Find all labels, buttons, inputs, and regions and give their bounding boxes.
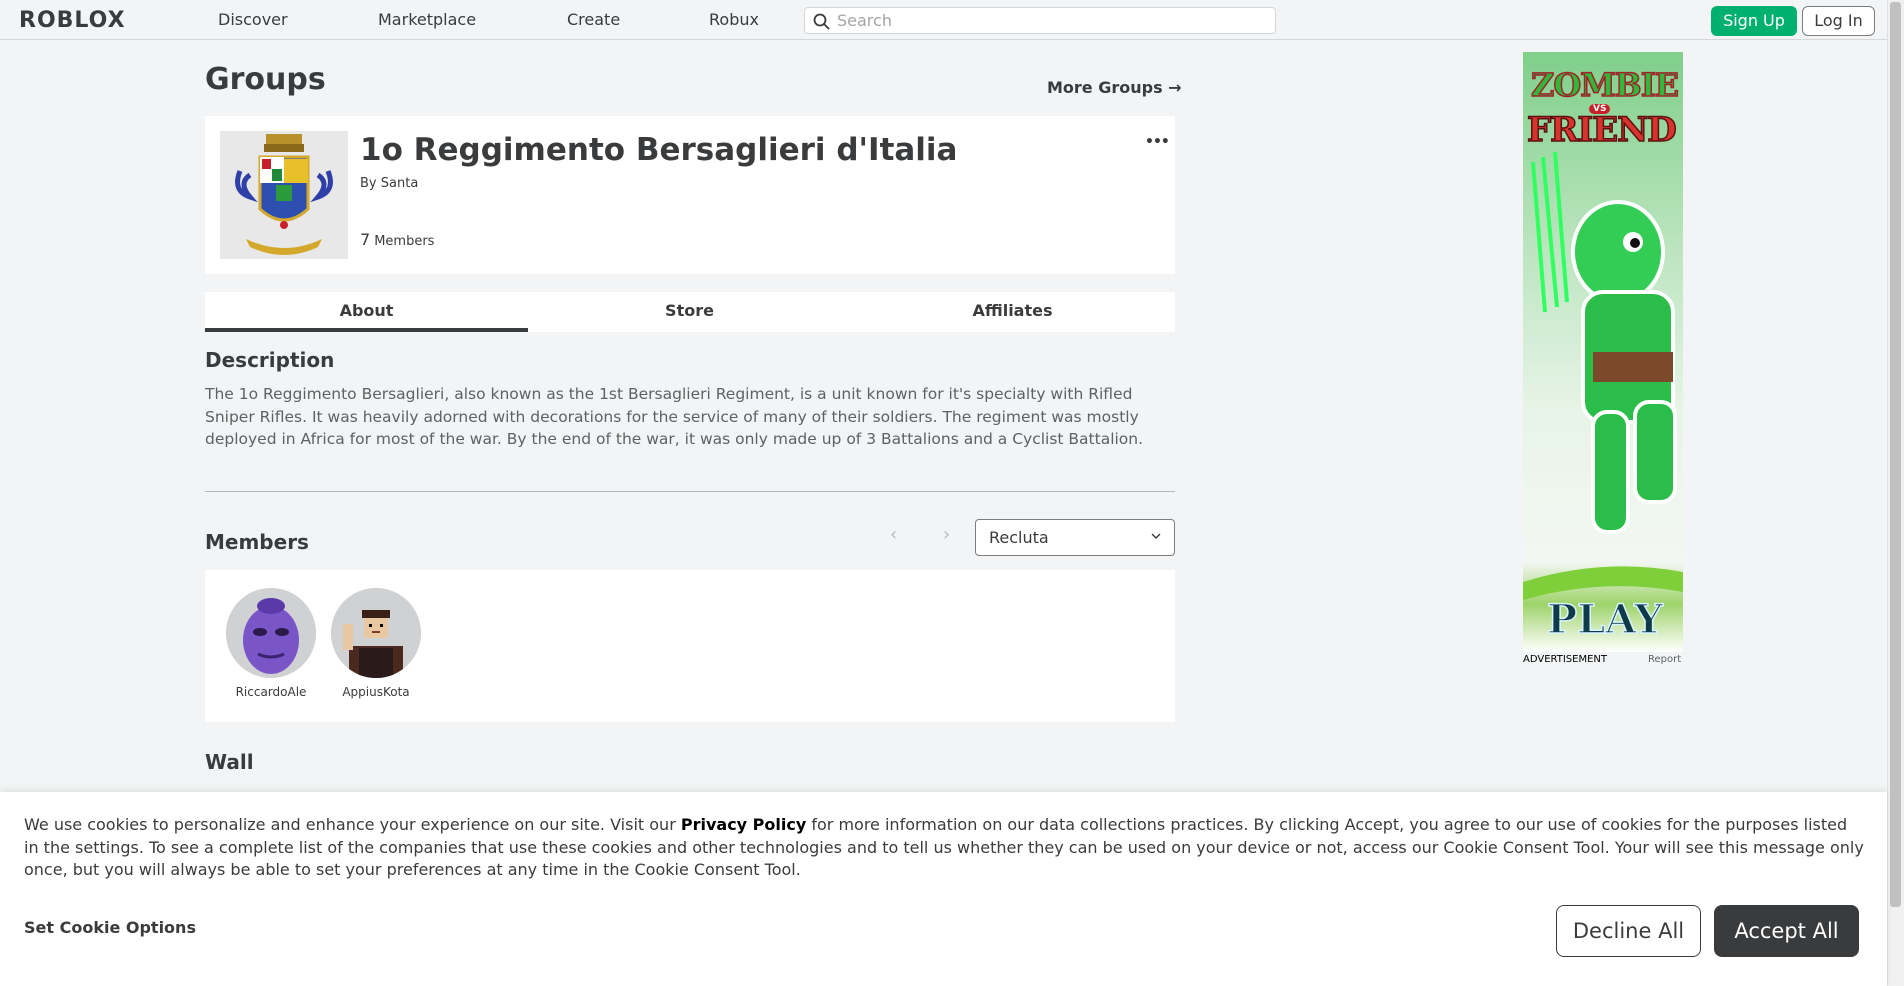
nav-link-marketplace[interactable]: Marketplace <box>378 10 476 29</box>
page-title: Groups <box>205 62 326 97</box>
avatar[interactable] <box>226 588 316 678</box>
set-cookie-options-link[interactable]: Set Cookie Options <box>24 918 196 937</box>
roblox-logo[interactable]: ROBLOX <box>19 8 126 33</box>
nav-link-discover[interactable]: Discover <box>218 10 288 29</box>
members-list: RiccardoAle AppiusKota <box>205 570 1175 722</box>
group-tabs: About Store Affiliates <box>205 292 1175 332</box>
member-count: 7 Members <box>360 230 434 249</box>
role-dropdown[interactable]: Recluta <box>975 519 1175 556</box>
advertisement-banner[interactable]: ZOMBIE VS FRIEND PLAY <box>1523 52 1683 652</box>
group-emblem <box>220 131 348 259</box>
owner-link[interactable]: Santa <box>381 176 419 191</box>
wall-title: Wall <box>205 750 254 774</box>
divider <box>205 491 1175 492</box>
cookie-consent-banner: We use cookies to personalize and enhanc… <box>0 792 1887 986</box>
member-name[interactable]: RiccardoAle <box>221 685 321 699</box>
search-icon <box>813 13 830 30</box>
privacy-policy-link[interactable]: Privacy Policy <box>681 815 806 834</box>
search-input[interactable] <box>837 10 1267 31</box>
search-box[interactable] <box>804 7 1276 34</box>
pager-next-icon[interactable]: › <box>943 524 950 545</box>
nav-link-create[interactable]: Create <box>567 10 620 29</box>
avatar-image <box>226 588 316 678</box>
owner-prefix: By <box>360 176 377 191</box>
member-name[interactable]: AppiusKota <box>326 685 426 699</box>
log-in-button[interactable]: Log In <box>1802 6 1875 36</box>
member-count-value: 7 <box>360 230 371 249</box>
ad-report-link[interactable]: Report <box>1648 654 1681 665</box>
decline-all-button[interactable]: Decline All <box>1556 905 1701 957</box>
chevron-down-icon <box>1151 533 1161 539</box>
tab-store[interactable]: Store <box>528 292 851 332</box>
member-card[interactable]: RiccardoAle <box>221 588 321 699</box>
group-header-card: 1o Reggimento Bersaglieri d'Italia By Sa… <box>205 116 1175 274</box>
top-navigation-bar: ROBLOX Discover Marketplace Create Robux… <box>0 0 1887 40</box>
advertisement-label: ADVERTISEMENT <box>1523 654 1608 665</box>
nav-link-robux[interactable]: Robux <box>709 10 759 29</box>
more-options-icon[interactable]: ••• <box>1145 134 1170 150</box>
cookie-message: We use cookies to personalize and enhanc… <box>24 814 1864 882</box>
coat-of-arms-icon <box>220 131 348 259</box>
group-name: 1o Reggimento Bersaglieri d'Italia <box>360 132 958 168</box>
description-text: The 1o Reggimento Bersaglieri, also know… <box>205 385 1144 448</box>
member-card[interactable]: AppiusKota <box>326 588 426 699</box>
group-owner: By Santa <box>360 176 418 191</box>
accept-all-button[interactable]: Accept All <box>1714 905 1859 957</box>
cookie-text-before: We use cookies to personalize and enhanc… <box>24 815 681 834</box>
pager-prev-icon[interactable]: ‹ <box>890 524 897 545</box>
tab-about[interactable]: About <box>205 292 528 332</box>
scrollbar-thumb[interactable] <box>1890 2 1901 907</box>
ad-play-label: PLAY <box>1546 595 1663 644</box>
members-title: Members <box>205 530 309 554</box>
role-dropdown-value: Recluta <box>989 528 1049 547</box>
description-title: Description <box>205 348 335 372</box>
sign-up-button[interactable]: Sign Up <box>1711 6 1797 36</box>
member-count-label: Members <box>374 234 435 249</box>
avatar-image <box>331 588 421 678</box>
more-groups-link[interactable]: More Groups → <box>1047 78 1182 97</box>
tab-affiliates[interactable]: Affiliates <box>851 292 1174 332</box>
zombie-character-image <box>1523 151 1683 600</box>
avatar[interactable] <box>331 588 421 678</box>
